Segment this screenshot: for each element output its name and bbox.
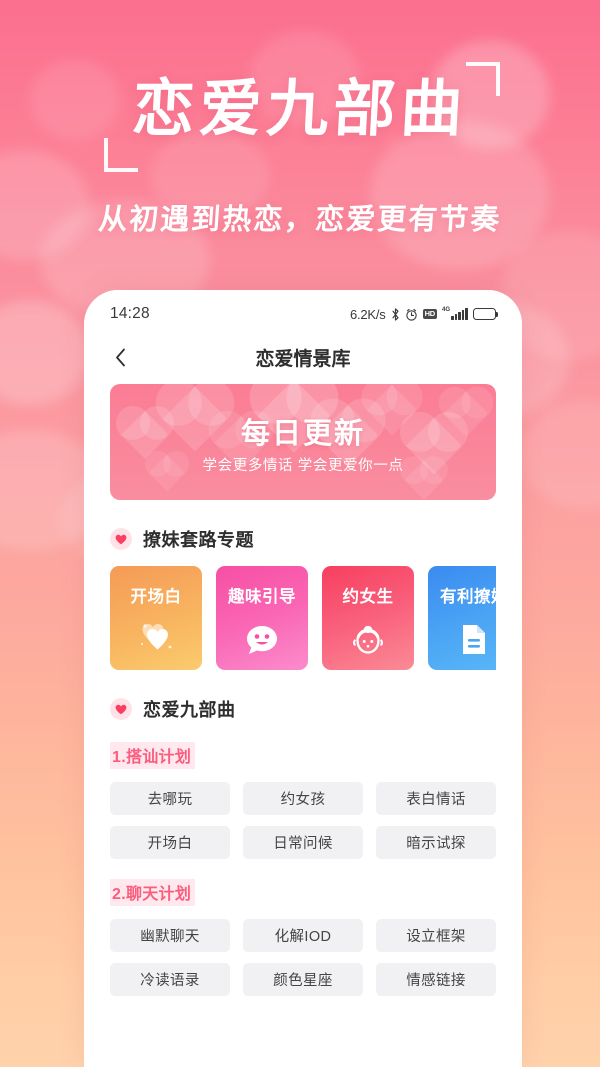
banner-subtitle: 学会更多情话 学会更爱你一点 xyxy=(202,458,404,474)
category-card-label: 开场白 xyxy=(130,588,182,606)
category-card-kaichangbai[interactable]: 开场白 xyxy=(110,566,202,670)
page-subtitle: 从初遇到热恋，恋爱更有节奏 xyxy=(97,202,503,236)
category-card-youliliaomei[interactable]: 有利撩妹 xyxy=(428,566,496,670)
hearts-icon xyxy=(110,622,202,656)
back-button[interactable] xyxy=(106,343,134,371)
bokeh-circle xyxy=(520,400,600,510)
tag-grid-group-2: 幽默聊天 化解IOD 设立框架 冷读语录 颜色星座 情感链接 xyxy=(110,919,496,996)
heart-icon xyxy=(110,528,132,550)
promo-poster: 恋爱九部曲 从初遇到热恋，恋爱更有节奏 14:28 6.2K/s HD 4G 恋… xyxy=(0,0,600,1067)
section-title: 撩妹套路专题 xyxy=(143,530,254,550)
bluetooth-icon xyxy=(391,307,400,321)
tag-item[interactable]: 约女孩 xyxy=(243,782,363,815)
section-header-nine-steps: 恋爱九部曲 xyxy=(110,696,496,722)
tag-item[interactable]: 日常问候 xyxy=(243,826,363,859)
battery-icon xyxy=(473,308,499,320)
tag-item[interactable]: 冷读语录 xyxy=(110,963,230,996)
page-content: 每日更新 学会更多情话 学会更爱你一点 撩妹套路专题 开场白 趣味引导 约女生 … xyxy=(84,384,522,996)
daily-update-banner[interactable]: 每日更新 学会更多情话 学会更爱你一点 xyxy=(110,384,496,500)
smiley-chat-icon xyxy=(216,624,308,656)
hd-icon: HD xyxy=(422,309,438,319)
network-type-label: 4G xyxy=(442,307,451,314)
phone-screen: 14:28 6.2K/s HD 4G 恋爱情景库 每日更新 学会更多情话 学会更… xyxy=(84,290,522,1067)
tag-item[interactable]: 化解IOD xyxy=(243,919,363,952)
page-title: 恋爱九部曲 xyxy=(130,72,470,145)
document-icon xyxy=(428,623,496,656)
tag-grid-group-1: 去哪玩 约女孩 表白情话 开场白 日常问候 暗示试探 xyxy=(110,782,496,859)
tag-item[interactable]: 开场白 xyxy=(110,826,230,859)
signal-icon: 4G xyxy=(442,307,468,320)
section-title: 恋爱九部曲 xyxy=(143,700,236,720)
category-card-label: 趣味引导 xyxy=(228,588,296,606)
nav-bar: 恋爱情景库 xyxy=(84,334,522,380)
category-card-strip[interactable]: 开场白 趣味引导 约女生 有利撩 xyxy=(110,566,496,670)
tag-item[interactable]: 颜色星座 xyxy=(243,963,363,996)
subsection-label: 1.搭讪计划 xyxy=(110,742,196,769)
hd-label: HD xyxy=(422,309,438,319)
network-speed-label: 6.2K/s xyxy=(349,306,386,322)
tag-item[interactable]: 幽默聊天 xyxy=(110,919,230,952)
category-card-yuenvsheng[interactable]: 约女生 xyxy=(322,566,414,670)
tag-item[interactable]: 去哪玩 xyxy=(110,782,230,815)
nav-title: 恋爱情景库 xyxy=(255,348,351,370)
status-bar: 14:28 6.2K/s HD 4G xyxy=(84,290,522,334)
subsection-row: 1.搭讪计划 xyxy=(110,742,496,769)
bokeh-circle xyxy=(0,300,90,405)
girl-face-icon xyxy=(322,624,414,656)
status-icons: 6.2K/s HD 4G xyxy=(349,306,499,322)
category-card-label: 有利撩妹 xyxy=(440,588,496,606)
tag-item[interactable]: 设立框架 xyxy=(376,919,496,952)
chevron-left-icon xyxy=(115,348,125,366)
section-header-topics: 撩妹套路专题 xyxy=(110,526,496,552)
phone-mockup: 14:28 6.2K/s HD 4G 恋爱情景库 每日更新 学会更多情话 学会更… xyxy=(84,290,522,1067)
status-time: 14:28 xyxy=(110,305,150,322)
category-card-label: 约女生 xyxy=(342,588,394,606)
subsection-row: 2.聊天计划 xyxy=(110,879,496,906)
tag-item[interactable]: 表白情话 xyxy=(376,782,496,815)
category-card-quweiyindao[interactable]: 趣味引导 xyxy=(216,566,308,670)
banner-title: 每日更新 xyxy=(240,418,365,450)
alarm-icon xyxy=(405,308,418,321)
heart-icon xyxy=(110,698,132,720)
tag-item[interactable]: 情感链接 xyxy=(376,963,496,996)
subsection-label: 2.聊天计划 xyxy=(110,879,196,906)
tag-item[interactable]: 暗示试探 xyxy=(376,826,496,859)
hero-section: 恋爱九部曲 从初遇到热恋，恋爱更有节奏 xyxy=(0,0,600,290)
